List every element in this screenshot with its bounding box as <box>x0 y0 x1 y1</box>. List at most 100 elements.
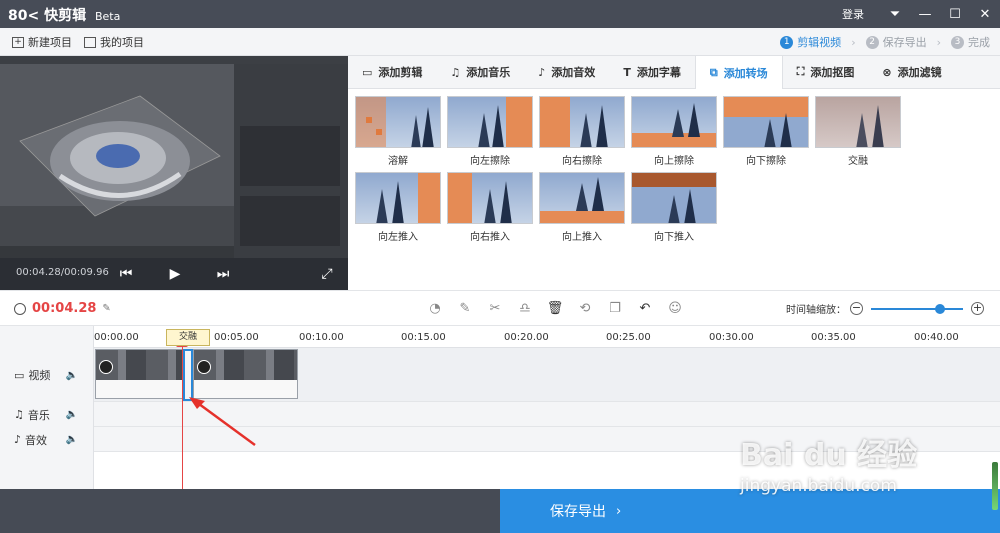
transition-tooltip: 交融 <box>166 329 210 346</box>
scissors-icon[interactable]: ✂ <box>480 299 510 319</box>
transition-label: 向右推入 <box>470 232 510 243</box>
smile-icon[interactable]: ☺ <box>660 299 690 319</box>
step-label: 完成 <box>968 36 990 49</box>
tab-add-clip[interactable]: ▭ 添加剪辑 <box>348 56 436 88</box>
new-project-button[interactable]: + 新建项目 <box>12 34 72 50</box>
link-icon[interactable] <box>197 360 211 374</box>
ruler-label: 00:25.00 <box>606 332 651 343</box>
transition-label: 向下推入 <box>654 232 694 243</box>
transition-item[interactable]: 向左推入 <box>355 172 441 243</box>
previous-icon[interactable]: ⏮ <box>115 263 137 285</box>
track-effects: ♪ 音效 🔈 <box>0 427 94 452</box>
fullscreen-icon[interactable]: ⤢ <box>316 263 338 285</box>
tab-add-subtitle[interactable]: T 添加字幕 <box>609 56 695 88</box>
sound-effect-icon: ♪ <box>538 65 546 79</box>
tab-add-sound-effect[interactable]: ♪ 添加音效 <box>524 56 609 88</box>
folder-icon <box>84 36 96 48</box>
transition-item[interactable]: 向右推入 <box>447 172 533 243</box>
zoom-in-icon[interactable]: + <box>971 302 984 315</box>
music-icon: ♫ <box>450 65 461 79</box>
zoom-out-icon[interactable]: − <box>850 302 863 315</box>
copy-icon[interactable]: ❐ <box>600 299 630 319</box>
transition-item[interactable]: 向左擦除 <box>447 96 533 167</box>
track-music: ♫ 音乐 🔈 <box>0 402 94 427</box>
next-icon[interactable]: ⏭ <box>212 263 234 285</box>
transition-item[interactable]: 溶解 <box>355 96 441 167</box>
app-title: 快剪辑 <box>44 8 87 24</box>
pencil-icon[interactable]: ✎ <box>450 299 480 319</box>
link-icon[interactable] <box>99 360 113 374</box>
playhead-line[interactable] <box>182 340 183 489</box>
transition-icon: ⧉ <box>709 65 718 79</box>
top-toolbar: + 新建项目 我的项目 1 剪辑视频 › 2 保存导出 › 3 完成 <box>0 28 1000 56</box>
zoom-slider-knob[interactable] <box>935 303 945 314</box>
feature-tabs: ▭ 添加剪辑 ♫ 添加音乐 ♪ 添加音效 T 添加字幕 ⧉ 添加转场 ⛶ 添加抠… <box>348 56 1000 89</box>
undo-icon[interactable]: ↶ <box>630 299 660 319</box>
minimize-icon[interactable]: — <box>910 0 940 28</box>
current-time: 00:04.28 <box>32 301 97 316</box>
track-label: 视频 <box>28 369 51 382</box>
transition-marker[interactable] <box>183 349 193 401</box>
video-icon: ▭ <box>14 368 25 382</box>
transition-thumbnail <box>723 96 809 148</box>
transition-item[interactable]: 交融 <box>815 96 901 167</box>
playback-controls: 00:04.28/00:09.96 ⏮ ▶ ⏭ ⤢ <box>0 258 348 290</box>
transition-label: 溶解 <box>388 156 408 167</box>
app-logo: 80< 快剪辑 Beta <box>8 5 120 25</box>
close-icon[interactable]: ✕ <box>970 0 1000 28</box>
transition-thumbnail <box>447 96 533 148</box>
ruler-label: 00:15.00 <box>401 332 446 343</box>
tab-add-cutout[interactable]: ⛶ 添加抠图 <box>783 56 869 88</box>
logo-icon: 80< <box>8 8 40 24</box>
login-link[interactable]: 登录 <box>842 6 864 22</box>
transition-label: 向上擦除 <box>654 156 694 167</box>
text-icon: T <box>623 65 631 79</box>
delete-icon[interactable]: 🗑 <box>540 299 570 319</box>
volume-icon[interactable]: 🔈 <box>66 370 78 381</box>
crop-icon[interactable]: ⟲ <box>570 299 600 319</box>
edit-time-icon[interactable]: ✎ <box>102 303 110 314</box>
ruler-label: 00:35.00 <box>811 332 856 343</box>
music-icon: ♫ <box>14 408 24 421</box>
transition-item[interactable]: 向下推入 <box>631 172 717 243</box>
menu-dropdown-icon[interactable]: ⏷ <box>880 0 910 28</box>
transition-label: 向上推入 <box>562 232 602 243</box>
watermark-url: jingyan.baidu.com <box>740 476 897 496</box>
transition-item[interactable]: 向右擦除 <box>539 96 625 167</box>
watermark: Bai du 经验 jingyan.baidu.com <box>740 430 917 496</box>
zoom-slider[interactable] <box>871 303 963 314</box>
ruler-label: 00:40.00 <box>914 332 959 343</box>
video-clip[interactable] <box>193 349 298 399</box>
tab-add-filter[interactable]: ⊗ 添加滤镜 <box>868 56 955 88</box>
my-projects-button[interactable]: 我的项目 <box>84 34 144 50</box>
tab-add-music[interactable]: ♫ 添加音乐 <box>436 56 524 88</box>
maximize-icon[interactable]: ☐ <box>940 0 970 28</box>
transition-thumbnail <box>815 96 901 148</box>
cutout-icon: ⛶ <box>796 65 805 78</box>
step-number: 1 <box>780 35 794 49</box>
transition-thumbnail <box>539 96 625 148</box>
play-icon[interactable]: ▶ <box>164 263 186 285</box>
tab-add-transition[interactable]: ⧉ 添加转场 <box>694 56 783 89</box>
transition-item[interactable]: 向上擦除 <box>631 96 717 167</box>
transition-thumbnail <box>355 96 441 148</box>
transition-item[interactable]: 向下擦除 <box>723 96 809 167</box>
my-projects-label: 我的项目 <box>100 36 144 49</box>
bell-icon[interactable]: ♎ <box>510 299 540 319</box>
video-clip[interactable] <box>95 349 183 399</box>
transition-label: 向下擦除 <box>746 156 786 167</box>
ruler-label: 00:10.00 <box>299 332 344 343</box>
step-number: 2 <box>865 35 879 49</box>
ruler-label: 00:30.00 <box>709 332 754 343</box>
tab-label: 添加字幕 <box>636 66 681 79</box>
video-icon: ▭ <box>362 65 373 79</box>
filter-icon: ⊗ <box>882 65 892 79</box>
volume-icon[interactable]: 🔈 <box>66 434 78 445</box>
step-label: 剪辑视频 <box>797 36 842 49</box>
playback-time: 00:04.28/00:09.96 <box>16 267 109 278</box>
transition-item[interactable]: 向上推入 <box>539 172 625 243</box>
speed-icon[interactable]: ◔ <box>420 299 450 319</box>
track-label: 音效 <box>25 433 48 447</box>
step-done: 3 完成 <box>951 34 990 50</box>
volume-icon[interactable]: 🔈 <box>66 409 78 420</box>
